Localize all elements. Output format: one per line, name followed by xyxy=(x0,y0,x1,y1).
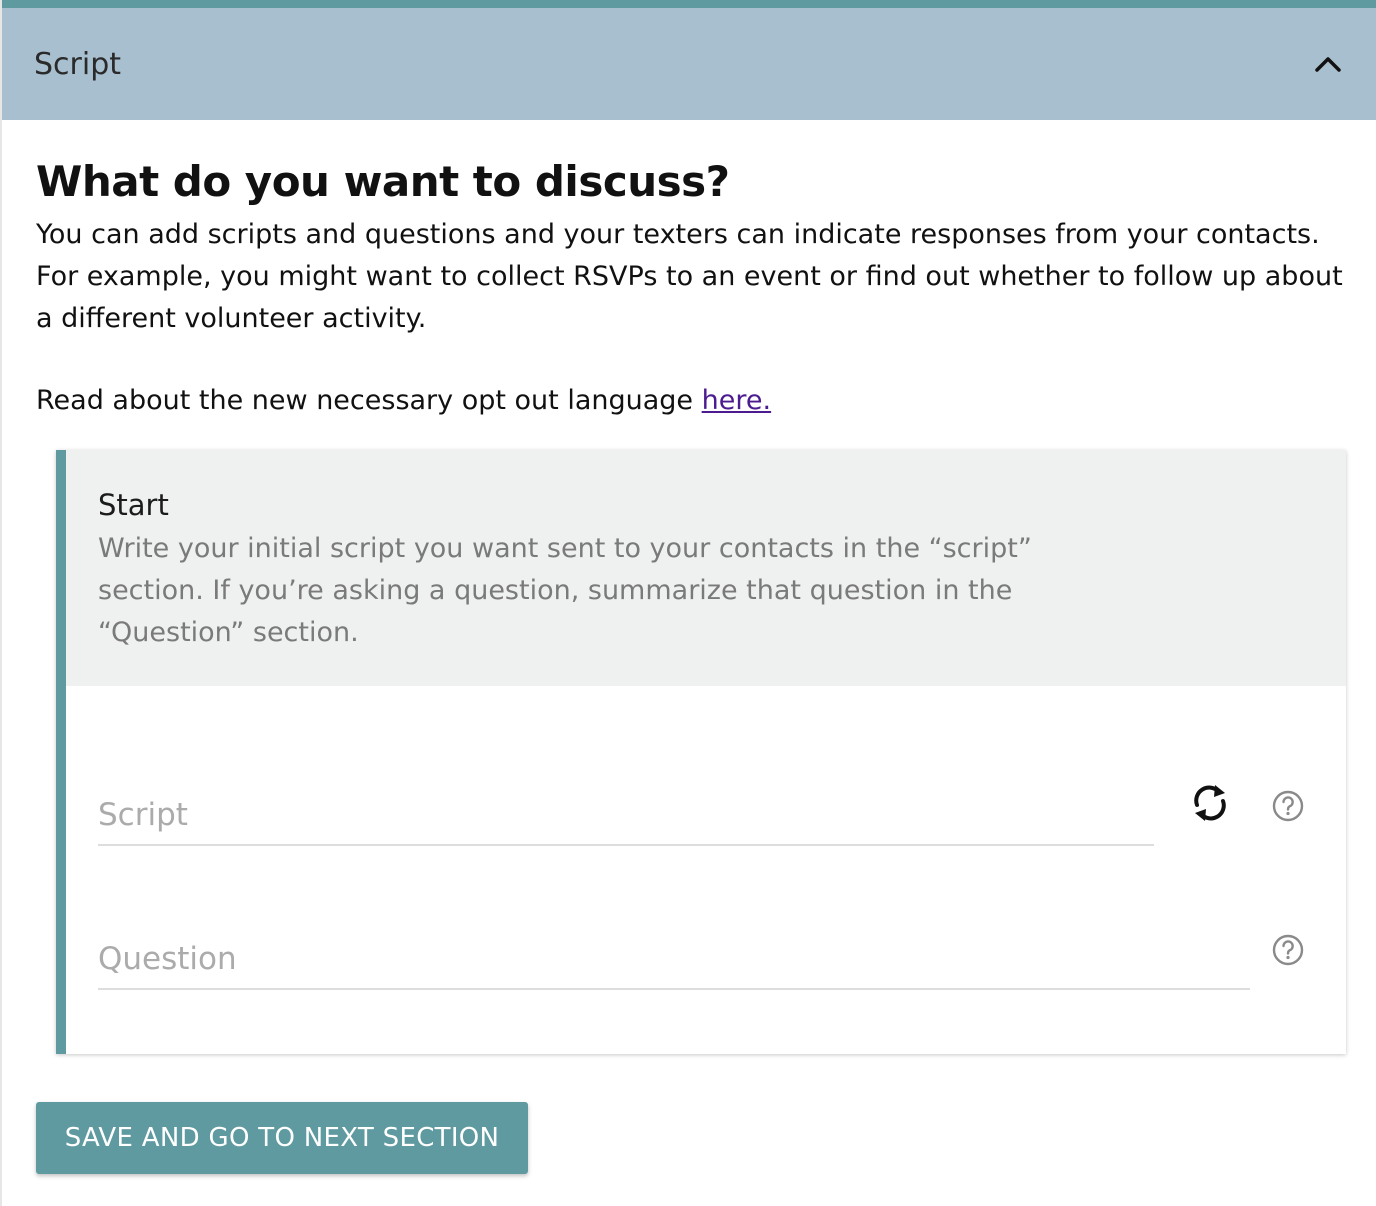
question-input[interactable] xyxy=(98,930,1250,988)
sync-icon[interactable] xyxy=(1190,783,1230,823)
card-description: Write your initial script you want sent … xyxy=(98,533,1032,648)
section-title: Script xyxy=(34,46,122,82)
optout-here-link[interactable]: here. xyxy=(702,385,771,416)
page-heading: What do you want to discuss? xyxy=(36,157,730,206)
card-title: Start xyxy=(98,488,169,522)
chevron-up-icon[interactable] xyxy=(1310,46,1346,82)
main-content: What do you want to discuss? You can add… xyxy=(36,150,1346,422)
optout-notice: Read about the new necessary opt out lan… xyxy=(36,380,1346,422)
card-header: Start Write your initial script you want… xyxy=(66,450,1346,686)
save-and-next-button[interactable]: SAVE AND GO TO NEXT SECTION xyxy=(36,1102,528,1174)
question-field xyxy=(98,930,1250,990)
intro-text: You can add scripts and questions and yo… xyxy=(36,219,1343,334)
optout-text: Read about the new necessary opt out lan… xyxy=(36,385,702,416)
page: Script What do you want to discuss? You … xyxy=(0,0,1376,1206)
top-accent-stripe xyxy=(2,0,1376,8)
help-circle-icon[interactable] xyxy=(1268,930,1308,970)
script-section-header[interactable]: Script xyxy=(2,8,1376,120)
script-input[interactable] xyxy=(98,786,1154,844)
help-circle-icon[interactable] xyxy=(1268,786,1308,826)
script-field xyxy=(98,786,1154,846)
